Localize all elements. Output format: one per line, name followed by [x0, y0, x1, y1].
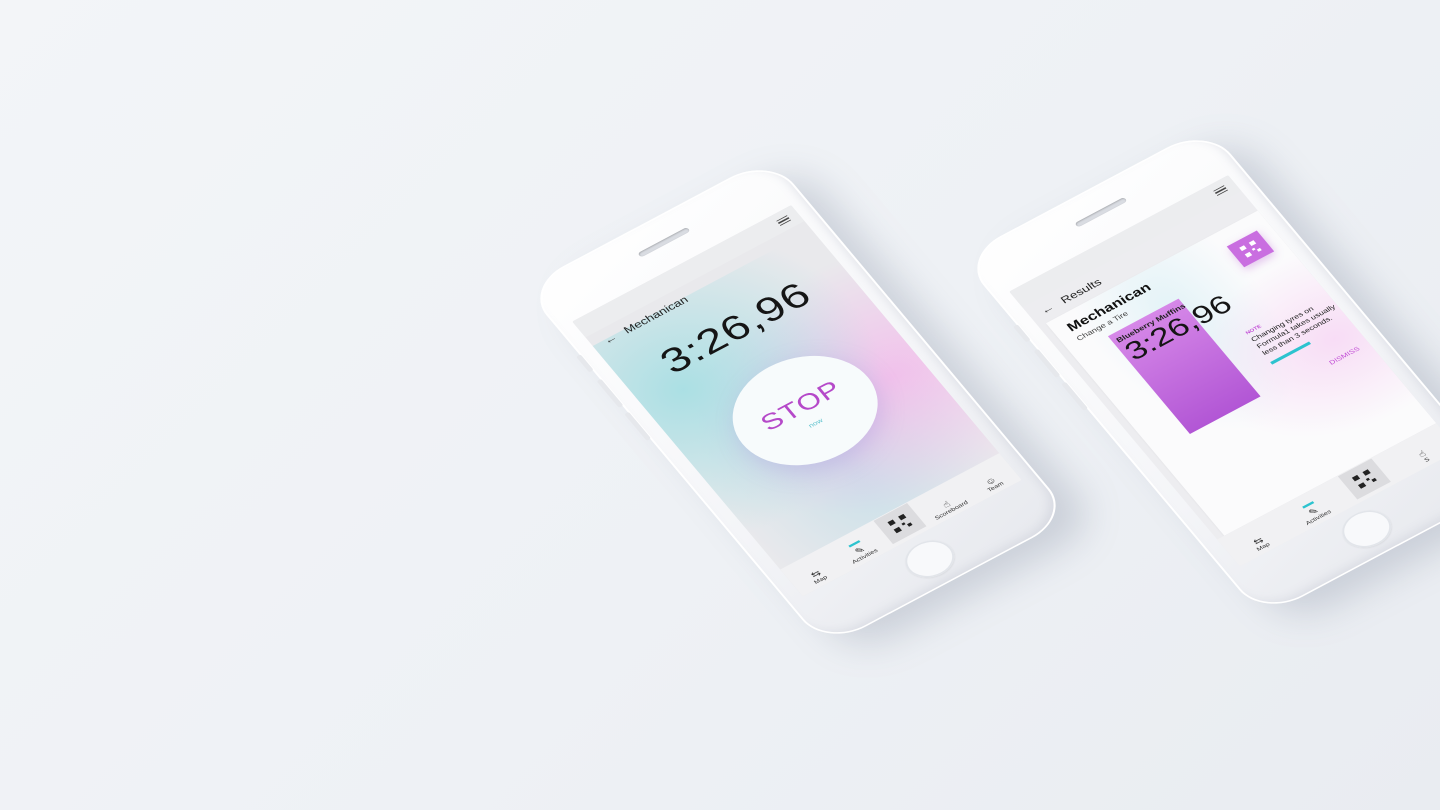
qr-code-icon — [1352, 469, 1378, 489]
qr-code-icon — [1239, 240, 1262, 258]
phone-timer: ← Mechanican 3:26,96 STOP now ⇆ Map ✎ Ac… — [523, 156, 1073, 648]
arrow-left-icon[interactable]: ← — [1037, 301, 1056, 316]
stop-button-label: STOP — [755, 375, 848, 436]
hamburger-menu-icon[interactable] — [776, 215, 792, 227]
arrow-left-icon[interactable]: ← — [600, 331, 619, 346]
tab-label: S — [1423, 456, 1432, 464]
scene: ← Mechanican 3:26,96 STOP now ⇆ Map ✎ Ac… — [0, 0, 1440, 810]
phone-results: ← Results Mechanican Change a Tire Blueb… — [960, 126, 1440, 618]
stop-button-sublabel: now — [806, 416, 825, 429]
hamburger-menu-icon[interactable] — [1213, 185, 1229, 197]
qr-code-icon — [887, 513, 913, 534]
